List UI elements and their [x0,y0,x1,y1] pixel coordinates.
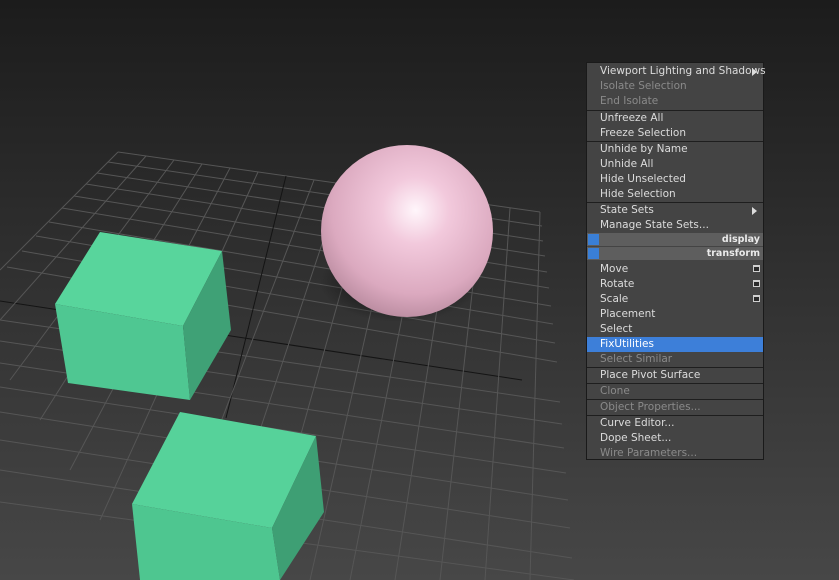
menu-item-place-pivot-surface[interactable]: Place Pivot Surface [587,368,763,383]
menu-item-label: Move [600,263,629,275]
menu-item-dope-sheet[interactable]: Dope Sheet... [587,431,763,446]
menu-item-label: Curve Editor... [600,417,675,429]
menu-item-label: Unhide by Name [600,143,688,155]
menu-item-label: FixUtilities [600,338,654,350]
menu-item-hide-selection[interactable]: Hide Selection [587,187,763,202]
sphere-object[interactable] [321,145,493,317]
menu-item-state-sets[interactable]: State Sets [587,203,763,218]
menu-item-select[interactable]: Select [587,322,763,337]
menu-item-label: Wire Parameters... [600,447,698,459]
menu-item-label: Dope Sheet... [600,432,672,444]
menu-item-label: Rotate [600,278,635,290]
options-box-icon[interactable] [753,280,760,287]
menu-item-label: Place Pivot Surface [600,369,701,381]
menu-item-unhide-by-name[interactable]: Unhide by Name [587,142,763,157]
quad-menu: Viewport Lighting and Shadows Isolate Se… [586,62,766,461]
menu-item-unfreeze-all[interactable]: Unfreeze All [587,111,763,126]
quad-header-label: display [721,234,760,245]
menu-item-label: Freeze Selection [600,127,686,139]
menu-item-label: Select [600,323,633,335]
quad-header-display[interactable]: display [587,233,763,246]
menu-item-rotate[interactable]: Rotate [587,277,763,292]
menu-item-label: Object Properties... [600,401,701,413]
menu-item-viewport-lighting-and-shadows[interactable]: Viewport Lighting and Shadows [587,64,766,79]
menu-item-label: Hide Unselected [600,173,686,185]
menu-item-label: Isolate Selection [600,80,687,92]
menu-item-manage-state-sets[interactable]: Manage State Sets... [587,218,763,233]
menu-item-isolate-selection[interactable]: Isolate Selection [587,79,763,94]
menu-item-label: Manage State Sets... [600,219,709,231]
menu-item-unhide-all[interactable]: Unhide All [587,157,763,172]
menu-item-move[interactable]: Move [587,262,763,277]
menu-item-label: End Isolate [600,95,659,107]
box-object-1[interactable] [55,232,231,400]
menu-item-label: Unhide All [600,158,654,170]
quad-header-transform[interactable]: transform [587,247,763,260]
quad-header-label: transform [706,248,760,259]
menu-item-placement[interactable]: Placement [587,307,763,322]
menu-item-label: Hide Selection [600,188,676,200]
menu-item-label: Viewport Lighting and Shadows [600,65,766,77]
menu-item-select-similar[interactable]: Select Similar [587,352,763,367]
menu-item-clone[interactable]: Clone [587,384,763,399]
menu-item-label: State Sets [600,204,654,216]
menu-item-fixutilities[interactable]: FixUtilities [587,337,763,352]
menu-item-label: Unfreeze All [600,112,664,124]
menu-item-freeze-selection[interactable]: Freeze Selection [587,126,763,141]
menu-item-scale[interactable]: Scale [587,292,763,307]
submenu-arrow-icon [752,68,757,76]
options-box-icon[interactable] [753,265,760,272]
menu-item-hide-unselected[interactable]: Hide Unselected [587,172,763,187]
menu-item-label: Clone [600,385,630,397]
menu-item-end-isolate[interactable]: End Isolate [587,94,763,109]
menu-item-object-properties[interactable]: Object Properties... [587,400,763,415]
submenu-arrow-icon [752,207,757,215]
menu-item-wire-parameters[interactable]: Wire Parameters... [587,446,763,461]
menu-item-label: Select Similar [600,353,673,365]
menu-item-curve-editor[interactable]: Curve Editor... [587,416,763,431]
quad-color-block [588,248,599,259]
options-box-icon[interactable] [753,295,760,302]
menu-item-label: Placement [600,308,656,320]
quad-color-block [588,234,599,245]
menu-item-label: Scale [600,293,629,305]
